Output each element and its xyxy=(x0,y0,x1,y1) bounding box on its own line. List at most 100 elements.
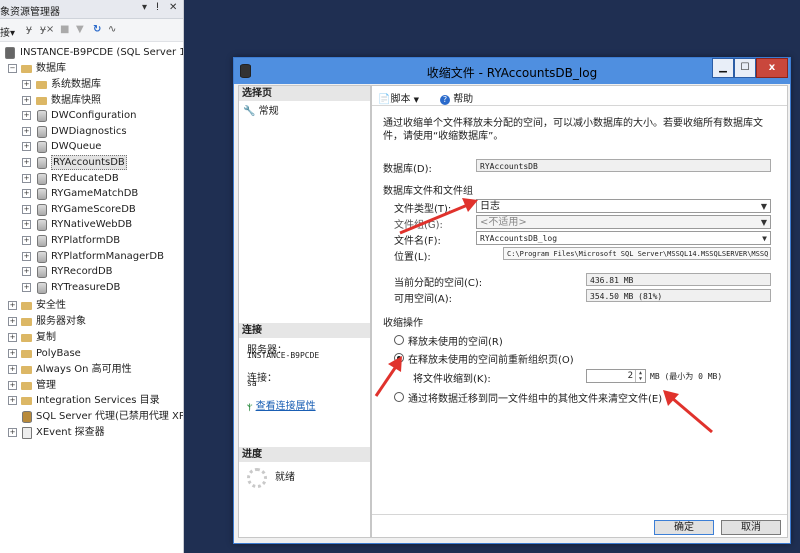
shrink-to-stepper[interactable]: 2 ▲ ▼ xyxy=(586,369,646,383)
progress-header: 进度 xyxy=(239,447,370,462)
tree-node-server-item[interactable]: + 安全性 xyxy=(0,298,183,313)
allocated-space-label: 当前分配的空间(C): xyxy=(394,278,483,289)
tree-node-server-item[interactable]: + PolyBase xyxy=(0,346,183,361)
tree-node-server-item[interactable]: SQL Server 代理(已禁用代理 XP) xyxy=(0,409,183,424)
filegroup-select[interactable]: <不适用> ▼ xyxy=(476,215,771,229)
view-connection-link[interactable]: ⲯ 查看连接属性 xyxy=(247,397,316,412)
tree-node-database[interactable]: + RYPlatformDB xyxy=(0,233,183,248)
tree-node-label: 数据库快照 xyxy=(51,94,101,106)
expand-icon[interactable]: + xyxy=(22,236,31,245)
stop-icon[interactable]: ■ xyxy=(60,24,69,35)
expand-icon[interactable]: + xyxy=(22,173,31,183)
server-node-label: INSTANCE-B9PCDE (SQL Server 14. xyxy=(20,47,184,58)
tree-node-database[interactable]: + RYGameScoreDB xyxy=(0,202,183,217)
expand-icon[interactable]: + xyxy=(22,267,31,277)
page-item-general[interactable]: 🔧 常规 xyxy=(243,102,279,117)
tree-node-server-item[interactable]: + 管理 xyxy=(0,378,183,393)
filename-select[interactable]: RYAccountsDB_log ▼ xyxy=(476,231,771,245)
tree-node-database[interactable]: + 数据库快照 xyxy=(0,93,183,108)
shrink-to-label: 将文件收缩到(K): xyxy=(413,374,491,385)
tree-node-database[interactable]: + RYRecordDB xyxy=(0,264,183,279)
filename-value: RYAccountsDB_log xyxy=(480,234,558,243)
tree-node-database[interactable]: + DWDiagnostics xyxy=(0,124,183,139)
help-button[interactable]: ? 帮助 xyxy=(440,90,473,105)
expand-icon[interactable]: + xyxy=(8,301,17,310)
database-icon xyxy=(37,281,47,294)
tree-node-database[interactable]: + RYAccountsDB xyxy=(0,155,183,170)
stepper-arrows-icon[interactable]: ▲ ▼ xyxy=(635,370,645,382)
empty-file-radio-label[interactable]: 通过将数据迁移到同一文件组中的其他文件来清空文件(E) xyxy=(408,390,662,405)
expand-icon[interactable]: + xyxy=(22,142,31,152)
tree-node-database[interactable]: + RYPlatformManagerDB xyxy=(0,249,183,264)
tree-node-database[interactable]: + DWConfiguration xyxy=(0,108,183,123)
maximize-button[interactable]: ☐ xyxy=(734,58,756,78)
tree-node-databases[interactable]: − 数据库 xyxy=(0,61,183,76)
cancel-button[interactable]: 取消 xyxy=(721,520,781,535)
server-node[interactable]: INSTANCE-B9PCDE (SQL Server 14. xyxy=(0,45,183,60)
object-explorer: 象资源管理器 ▾ ⵑ ✕ 接▾ ɏ ɏ× ■ ▼ ↻ ∿ INSTANCE-B9… xyxy=(0,0,184,553)
pin-icon[interactable]: ⵑ xyxy=(156,2,159,13)
tree-node-label: RYGameScoreDB xyxy=(51,203,136,215)
filter-icon[interactable]: ▼ xyxy=(76,24,84,35)
help-icon: ? xyxy=(440,95,450,105)
tree-node-server-item[interactable]: + 复制 xyxy=(0,330,183,345)
tree-node-database[interactable]: + RYNativeWebDB xyxy=(0,217,183,232)
script-button[interactable]: 📄脚本 ▼ xyxy=(378,90,419,105)
empty-file-radio[interactable] xyxy=(394,392,404,402)
tree-node-database[interactable]: + 系统数据库 xyxy=(0,77,183,92)
expand-icon[interactable]: + xyxy=(8,364,17,374)
script-icon: 📄 xyxy=(378,94,391,105)
expand-icon[interactable]: + xyxy=(22,282,31,292)
expand-icon[interactable]: + xyxy=(22,220,31,230)
expand-icon[interactable]: + xyxy=(22,189,31,199)
database-icon xyxy=(37,203,47,216)
connect-icon[interactable]: ɏ xyxy=(26,24,32,35)
reorganize-radio[interactable] xyxy=(394,353,404,363)
close-icon[interactable]: ✕ xyxy=(169,2,177,13)
tree-node-database[interactable]: + RYEducateDB xyxy=(0,171,183,186)
ok-button[interactable]: 确定 xyxy=(654,520,714,535)
close-button[interactable]: x xyxy=(756,58,788,78)
properties-icon: ⲯ xyxy=(247,401,253,412)
expand-icon[interactable]: + xyxy=(22,111,31,121)
tree-node-database[interactable]: + RYGameMatchDB xyxy=(0,186,183,201)
refresh-icon[interactable]: ↻ xyxy=(93,24,101,35)
reorganize-radio-label[interactable]: 在释放未使用的空间前重新组织页(O) xyxy=(408,351,574,366)
expand-icon[interactable]: + xyxy=(22,126,31,136)
tree-node-server-item[interactable]: + Always On 高可用性 xyxy=(0,362,183,377)
tree-node-database[interactable]: + RYTreasureDB xyxy=(0,280,183,295)
tree-node-database[interactable]: + DWQueue xyxy=(0,139,183,154)
expand-icon[interactable]: + xyxy=(8,332,17,342)
expand-icon[interactable]: + xyxy=(22,95,31,105)
file-type-select[interactable]: 日志 ▼ xyxy=(476,199,771,213)
tree-node-server-item[interactable]: + 服务器对象 xyxy=(0,314,183,329)
chevron-down-icon: ▼ xyxy=(760,218,767,227)
expand-icon[interactable]: + xyxy=(8,380,17,390)
collapse-icon[interactable]: − xyxy=(8,64,17,73)
connect-button[interactable]: 接▾ xyxy=(0,24,15,39)
dropdown-icon[interactable]: ▾ xyxy=(142,2,147,13)
expand-icon[interactable]: + xyxy=(22,158,31,167)
expand-icon[interactable]: + xyxy=(22,204,31,214)
activity-icon[interactable]: ∿ xyxy=(108,24,116,35)
select-page-header: 选择页 xyxy=(239,86,370,101)
disconnect-icon[interactable]: ɏ× xyxy=(40,24,54,35)
shrink-file-dialog: 收缩文件 - RYAccountsDB_log ▁ ☐ x 选择页 🔧 常规 连… xyxy=(233,57,791,544)
minimize-button[interactable]: ▁ xyxy=(712,58,734,78)
profiler-icon xyxy=(22,427,32,440)
release-radio-label[interactable]: 释放未使用的空间(R) xyxy=(408,333,503,348)
tree-node-label: RYNativeWebDB xyxy=(51,219,133,231)
expand-icon[interactable]: + xyxy=(8,316,17,326)
expand-icon[interactable]: + xyxy=(22,251,31,261)
expand-icon[interactable]: + xyxy=(8,348,17,358)
tree-node-label: Always On 高可用性 xyxy=(36,363,132,375)
dialog-titlebar[interactable]: 收缩文件 - RYAccountsDB_log ▁ ☐ x xyxy=(234,58,790,84)
tree-node-server-item[interactable]: + Integration Services 目录 xyxy=(0,393,183,408)
connection-header: 连接 xyxy=(239,323,370,338)
folder-icon xyxy=(36,96,47,105)
expand-icon[interactable]: + xyxy=(8,428,17,438)
release-radio[interactable] xyxy=(394,335,404,345)
expand-icon[interactable]: + xyxy=(8,396,17,406)
expand-icon[interactable]: + xyxy=(22,80,31,89)
tree-node-server-item[interactable]: + XEvent 探查器 xyxy=(0,425,183,440)
